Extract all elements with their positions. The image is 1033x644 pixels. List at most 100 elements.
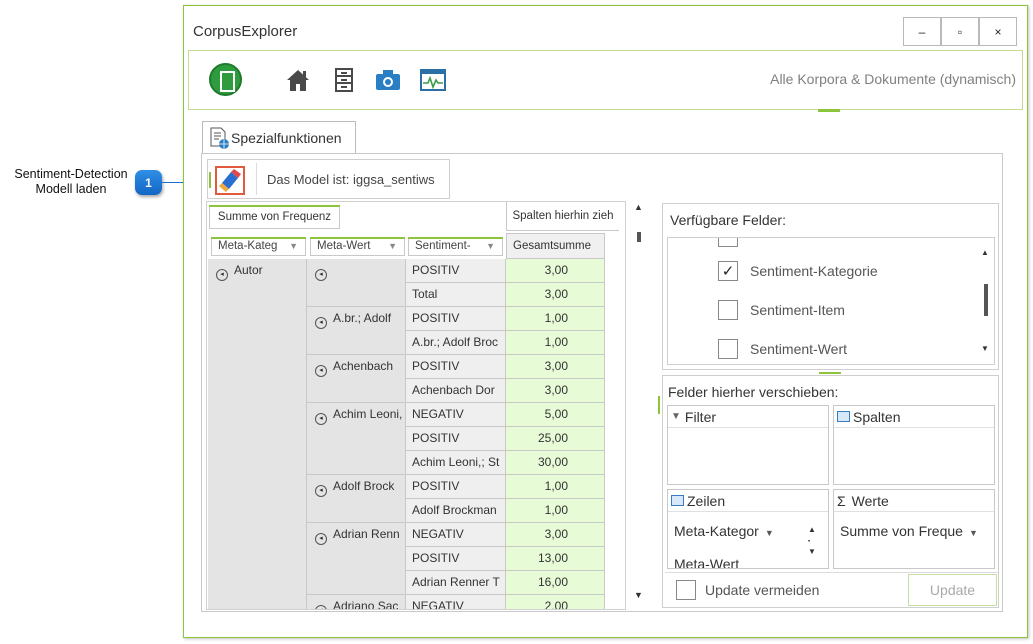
scroll-thumb[interactable] (984, 284, 988, 316)
meta-kategorie-cell (208, 547, 307, 571)
chevron-down-icon[interactable]: ▼ (765, 528, 774, 538)
collapse-toggle-icon[interactable]: ◂ (315, 413, 327, 425)
collapse-toggle-icon[interactable]: ◂ (315, 365, 327, 377)
cell-text: 3,00 (544, 359, 568, 373)
collapse-toggle-icon[interactable]: ◂ (315, 605, 327, 609)
minimize-button[interactable]: – (903, 17, 941, 46)
defer-update-label: Update vermeiden (705, 582, 820, 598)
value-cell: 3,00 (506, 355, 605, 379)
scope-label: Alle Korpora & Dokumente (dynamisch) (770, 71, 1016, 87)
splitter-accent[interactable] (819, 372, 841, 374)
field-checkbox[interactable]: ✓ (718, 261, 738, 281)
field-checkbox[interactable] (718, 339, 738, 359)
meta-wert-cell (307, 571, 406, 595)
field-item-hidden[interactable] (718, 238, 750, 248)
scroll-up-icon[interactable]: ▲ (634, 202, 643, 212)
rows-zone[interactable]: Zeilen Meta-Kategor ▼ Meta-Wert ▲ ⬝ ▼ (667, 489, 829, 569)
scroll-down-icon[interactable]: ▼ (981, 344, 989, 353)
update-button[interactable]: Update (908, 574, 997, 606)
pivot-scrollbar[interactable]: ▲ ▼ (630, 202, 648, 607)
meta-wert-cell (307, 379, 406, 403)
data-field-chip[interactable]: Summe von Frequenz (209, 205, 340, 229)
meta-wert-cell (307, 331, 406, 355)
field-item-sentiment-item[interactable]: Sentiment-Item (718, 299, 845, 321)
field-checkbox[interactable] (718, 300, 738, 320)
home-icon[interactable] (284, 66, 312, 94)
row-header-meta-wert[interactable]: Meta-Wert ▼ (310, 237, 405, 256)
corpus-explorer-logo-icon[interactable] (209, 63, 242, 96)
rows-zone-item[interactable]: Meta-Kategor ▼ (674, 523, 774, 539)
chevron-down-icon[interactable]: ▼ (969, 528, 978, 538)
sentiment-cell: NEGATIV (406, 523, 506, 547)
values-zone-item[interactable]: Summe von Freque ▼ (840, 523, 978, 539)
cell-text: Achenbach (333, 359, 394, 373)
rows-zone-scroll[interactable]: ▲ ⬝ ▼ (808, 524, 816, 557)
filter-icon[interactable]: ▼ (289, 238, 298, 255)
collapse-toggle-icon[interactable]: ◂ (315, 269, 327, 281)
defer-update-checkbox[interactable] (676, 580, 696, 600)
cell-text: 1,00 (544, 335, 568, 349)
tab-spezialfunktionen[interactable]: Spezialfunktionen (202, 121, 356, 153)
field-item-sentiment-kategorie[interactable]: ✓ Sentiment-Kategorie (718, 260, 878, 282)
collapse-toggle-icon[interactable]: ◂ (315, 317, 327, 329)
camera-icon[interactable] (374, 66, 402, 94)
cabinet-icon[interactable] (330, 66, 358, 94)
values-item-label: Summe von Freque (840, 523, 963, 539)
meta-wert-cell: ◂ (307, 259, 406, 283)
value-cell: 1,00 (506, 499, 605, 523)
sentiment-cell: Total (406, 283, 506, 307)
columns-zone[interactable]: Spalten (833, 405, 995, 485)
collapse-toggle-icon[interactable]: ◂ (315, 485, 327, 497)
cell-text: 3,00 (544, 383, 568, 397)
values-zone[interactable]: Σ Werte Summe von Freque ▼ (833, 489, 995, 569)
value-cell: 1,00 (506, 331, 605, 355)
cell-text: 5,00 (544, 407, 568, 421)
callout-number-badge: 1 (135, 170, 162, 195)
sentiment-cell: POSITIV (406, 259, 506, 283)
cell-text: 1,00 (544, 311, 568, 325)
sentiment-cell: NEGATIV (406, 403, 506, 427)
maximize-button[interactable]: ▫ (941, 17, 979, 46)
meta-kategorie-cell (208, 427, 307, 451)
meta-wert-cell (307, 547, 406, 571)
value-cell: 1,00 (506, 307, 605, 331)
scroll-down-icon[interactable]: ▼ (634, 590, 643, 600)
row-header-meta-kategorie[interactable]: Meta-Kateg ▼ (211, 237, 306, 256)
main-toolbar: Alle Korpora & Dokumente (dynamisch) (188, 50, 1023, 110)
toolbar-accent (818, 109, 840, 112)
meta-wert-cell: ◂ Adolf Brock (307, 475, 406, 499)
collapse-toggle-icon[interactable]: ◂ (315, 533, 327, 545)
update-row: Update vermeiden Update (665, 572, 998, 606)
cell-text: Achenbach Dor (412, 383, 495, 397)
rows-zone-item[interactable]: Meta-Wert (674, 556, 739, 568)
field-label: Sentiment-Kategorie (750, 263, 878, 279)
meta-kategorie-cell (208, 307, 307, 331)
meta-wert-cell (307, 427, 406, 451)
rows-item-label: Meta-Wert (674, 556, 740, 568)
available-fields-title: Verfügbare Felder: (670, 212, 786, 228)
filter-zone-header: ▼ Filter (668, 406, 828, 428)
value-cell: 1,00 (506, 475, 605, 499)
row-header-sentiment[interactable]: Sentiment- ▼ (408, 237, 503, 256)
window-title: CorpusExplorer (193, 23, 298, 40)
scroll-up-icon[interactable]: ▲ (981, 248, 989, 257)
value-cell: 3,00 (506, 523, 605, 547)
filter-zone[interactable]: ▼ Filter (667, 405, 829, 485)
close-button[interactable]: × (979, 17, 1017, 46)
sentiment-cell: A.br.; Adolf Broc (406, 331, 506, 355)
cell-text: POSITIV (412, 431, 460, 445)
field-checkbox[interactable] (718, 238, 738, 247)
meta-kategorie-cell (208, 571, 307, 595)
scroll-thumb[interactable] (637, 232, 641, 242)
field-item-sentiment-wert[interactable]: Sentiment-Wert (718, 338, 847, 360)
sentiment-cell: Adrian Renner T (406, 571, 506, 595)
row-header-label: Meta-Wert (317, 240, 371, 252)
column-drop-area[interactable]: Spalten hierhin zieh (506, 202, 619, 231)
load-sentiment-model-button[interactable] (215, 166, 245, 195)
monitor-chart-icon[interactable] (419, 66, 447, 94)
field-list-scrollbar[interactable]: ▲ ▼ (981, 244, 991, 360)
meta-kategorie-cell (208, 595, 307, 609)
collapse-toggle-icon[interactable]: ◂ (216, 269, 228, 281)
filter-icon[interactable]: ▼ (388, 238, 397, 255)
filter-icon[interactable]: ▼ (486, 238, 495, 255)
